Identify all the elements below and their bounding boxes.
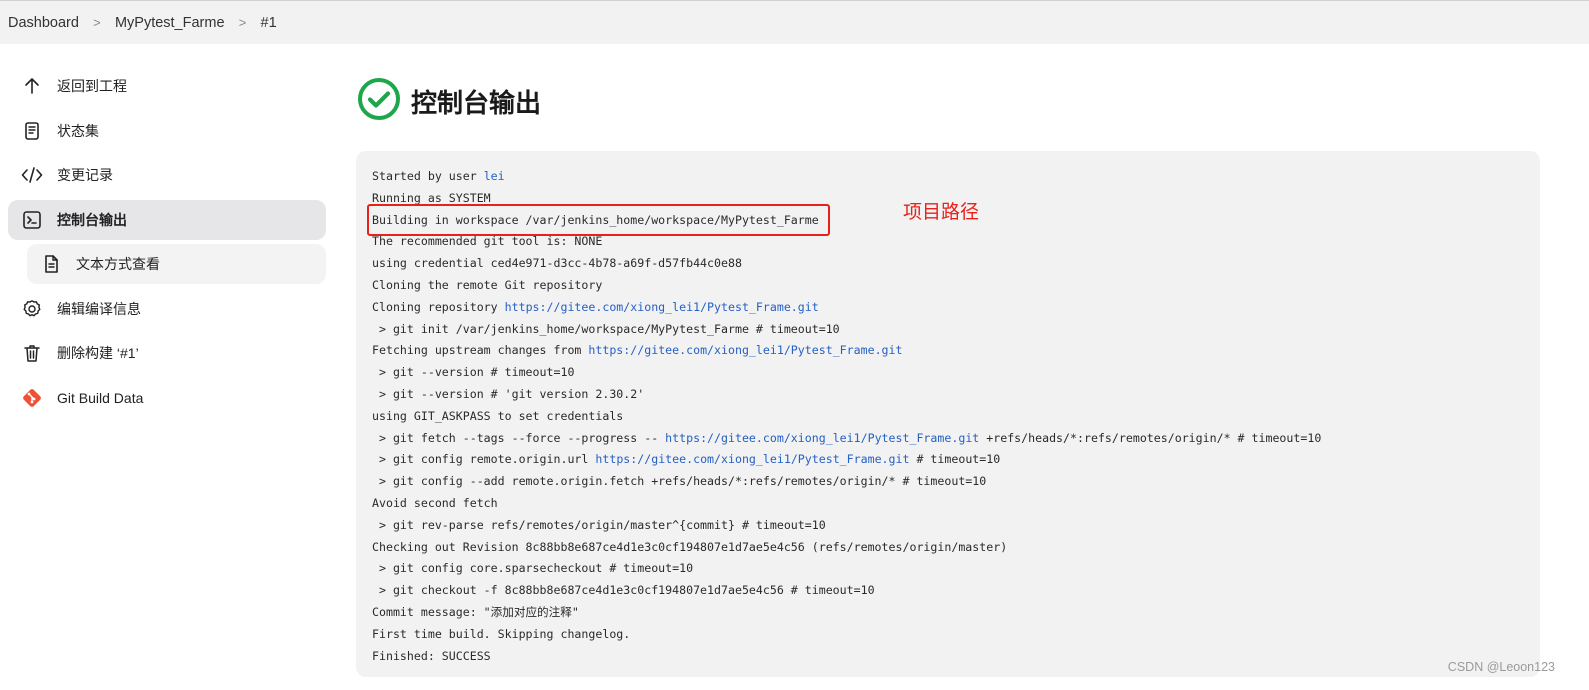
console-text: > git init /var/jenkins_home/workspace/M… [372, 321, 840, 336]
breadcrumb-separator: > [238, 15, 247, 30]
console-text: Commit message: "添加对应的注释" [372, 604, 579, 619]
console-text: Cloning repository [372, 299, 505, 314]
sidebar-item-label: 返回到工程 [57, 78, 127, 94]
sidebar-item-label: 控制台输出 [57, 211, 127, 228]
console-line: > git config remote.origin.url https://g… [372, 449, 1540, 471]
console-text: > git checkout -f 8c88bb8e687ce4d1e3c0cf… [372, 583, 875, 598]
console-line: First time build. Skipping changelog. [372, 624, 1540, 646]
arrow-up-icon [21, 75, 43, 97]
console-text: First time build. Skipping changelog. [372, 626, 631, 641]
console-text: using GIT_ASKPASS to set credentials [372, 408, 624, 423]
console-text: > git --version # 'git version 2.30.2' [372, 386, 645, 401]
console-text: > git config remote.origin.url [372, 452, 596, 467]
sidebar-item-changes[interactable]: 变更记录 [8, 155, 326, 195]
console-line: > git fetch --tags --force --progress --… [372, 428, 1540, 450]
terminal-icon [21, 209, 43, 231]
console-line: > git config core.sparsecheckout # timeo… [372, 558, 1540, 580]
sidebar-item-label: 删除构建 ‘#1’ [57, 345, 139, 361]
console-line: Avoid second fetch [372, 493, 1540, 515]
console-link[interactable]: lei [484, 169, 505, 183]
code-icon [21, 164, 43, 186]
console-text: Checking out Revision 8c88bb8e687ce4d1e3… [372, 539, 1008, 554]
console-text: Avoid second fetch [372, 495, 498, 510]
file-text-icon [40, 253, 62, 275]
console-link[interactable]: https://gitee.com/xiong_lei1/Pytest_Fram… [595, 452, 909, 466]
success-check-icon [357, 77, 401, 126]
breadcrumb-build[interactable]: #1 [261, 15, 277, 31]
breadcrumb-separator: > [93, 15, 101, 30]
console-line: > git rev-parse refs/remotes/origin/mast… [372, 515, 1540, 537]
console-text: # timeout=10 [909, 452, 1001, 467]
watermark: CSDN @Leoon123 [1447, 660, 1555, 674]
sidebar: 返回到工程 状态集 变更记录 控制台输出 文本方式查看 编辑编译信息 删除构建 … [8, 66, 326, 422]
console-line: Cloning repository https://gitee.com/xio… [372, 297, 1540, 319]
sidebar-item-status[interactable]: 状态集 [8, 111, 326, 151]
console-text: > git --version # timeout=10 [372, 365, 575, 380]
sidebar-item-delete-build[interactable]: 删除构建 ‘#1’ [8, 333, 326, 373]
console-text: The recommended git tool is: NONE [372, 234, 603, 249]
console-text: > git rev-parse refs/remotes/origin/mast… [372, 517, 826, 532]
console-line: > git --version # 'git version 2.30.2' [372, 384, 1540, 406]
console-text: Cloning the remote Git repository [372, 277, 603, 292]
git-icon [21, 387, 43, 409]
console-line: Finished: SUCCESS [372, 646, 1540, 668]
breadcrumb-project[interactable]: MyPytest_Farme [115, 15, 225, 31]
console-text: > git config core.sparsecheckout # timeo… [372, 561, 694, 576]
gear-icon [21, 298, 43, 320]
sidebar-item-edit-build-info[interactable]: 编辑编译信息 [8, 289, 326, 329]
console-text: Started by user [372, 169, 484, 183]
sidebar-item-label: 变更记录 [57, 167, 113, 183]
annotation-highlight-box [367, 204, 830, 236]
breadcrumb: Dashboard > MyPytest_Farme > #1 [0, 0, 1589, 44]
sidebar-item-label: Git Build Data [57, 389, 144, 406]
console-line: Started by user lei [372, 166, 1540, 188]
console-line: Commit message: "添加对应的注释" [372, 602, 1540, 624]
console-text: Fetching upstream changes from [372, 343, 589, 358]
console-text: using credential ced4e971-d3cc-4b78-a69f… [372, 256, 742, 271]
trash-icon [21, 342, 43, 364]
console-line: using credential ced4e971-d3cc-4b78-a69f… [372, 253, 1540, 275]
page-header: 控制台输出 [357, 77, 541, 126]
console-link[interactable]: https://gitee.com/xiong_lei1/Pytest_Fram… [505, 300, 819, 314]
console-line: Fetching upstream changes from https://g… [372, 340, 1540, 362]
page-title: 控制台输出 [411, 89, 542, 119]
sidebar-item-back-to-project[interactable]: 返回到工程 [8, 66, 326, 106]
console-line: Cloning the remote Git repository [372, 275, 1540, 297]
sidebar-item-label: 状态集 [57, 122, 99, 139]
console-link[interactable]: https://gitee.com/xiong_lei1/Pytest_Fram… [588, 343, 902, 357]
sidebar-item-label: 编辑编译信息 [57, 300, 141, 317]
console-text: > git fetch --tags --force --progress -- [372, 430, 666, 445]
console-line: > git config --add remote.origin.fetch +… [372, 471, 1540, 493]
console-line: > git checkout -f 8c88bb8e687ce4d1e3c0cf… [372, 580, 1540, 602]
sidebar-item-view-as-text[interactable]: 文本方式查看 [27, 244, 326, 284]
breadcrumb-dashboard[interactable]: Dashboard [8, 15, 79, 31]
sidebar-item-label: 文本方式查看 [76, 256, 160, 272]
console-line: using GIT_ASKPASS to set credentials [372, 406, 1540, 428]
document-icon [21, 120, 43, 142]
console-text: +refs/heads/*:refs/remotes/origin/* # ti… [979, 430, 1322, 445]
sidebar-item-console-output[interactable]: 控制台输出 [8, 199, 326, 240]
console-text: Running as SYSTEM [372, 190, 491, 205]
sidebar-item-git-build-data[interactable]: Git Build Data [8, 378, 326, 418]
console-text: > git config --add remote.origin.fetch +… [372, 474, 987, 489]
console-line: > git init /var/jenkins_home/workspace/M… [372, 319, 1540, 341]
console-text: Finished: SUCCESS [372, 648, 491, 663]
console-line: > git --version # timeout=10 [372, 362, 1540, 384]
console-link[interactable]: https://gitee.com/xiong_lei1/Pytest_Fram… [665, 431, 979, 445]
annotation-label: 项目路径 [903, 201, 980, 223]
console-line: Checking out Revision 8c88bb8e687ce4d1e3… [372, 537, 1540, 559]
